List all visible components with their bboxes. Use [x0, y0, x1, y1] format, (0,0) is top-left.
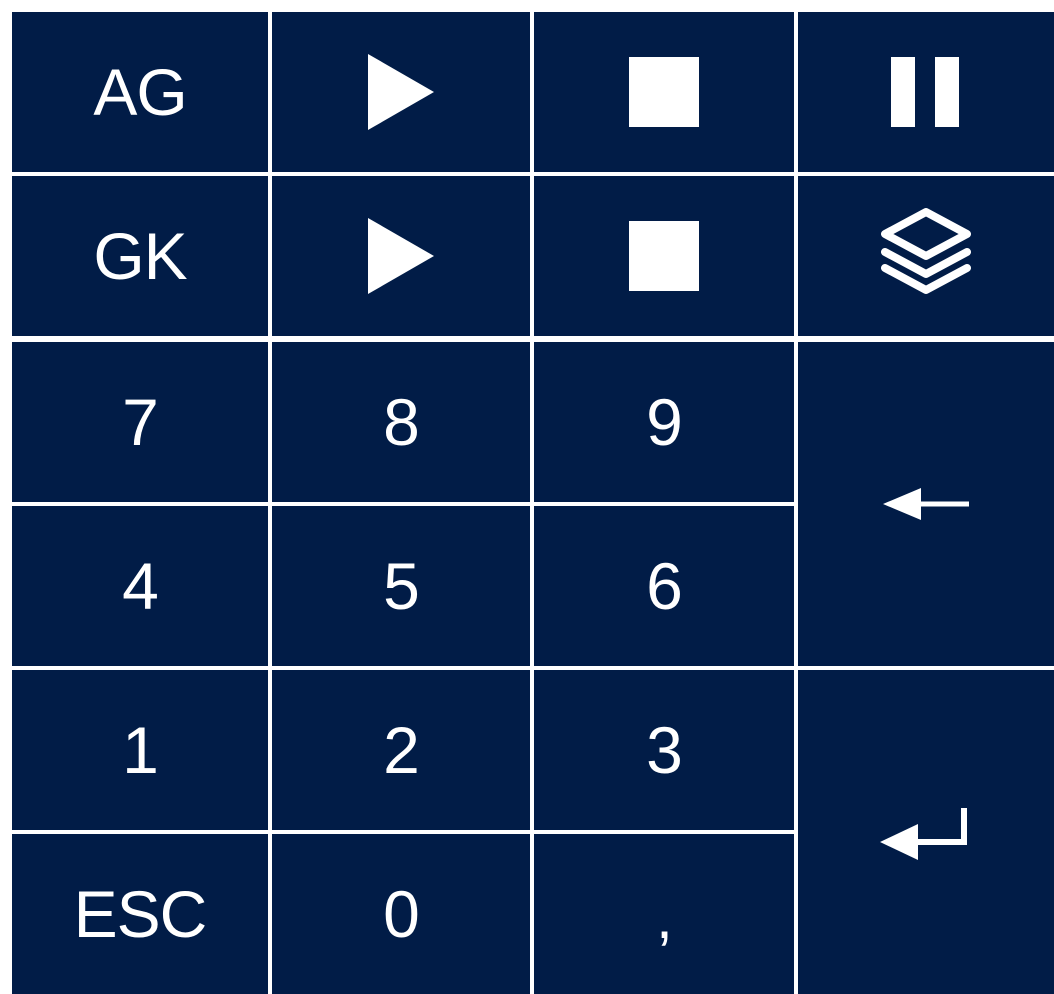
- digit-1-label: 1: [122, 713, 159, 787]
- enter-return-icon: [878, 804, 974, 860]
- digit-7-label: 7: [122, 385, 159, 459]
- digit-8-key[interactable]: 8: [272, 342, 530, 502]
- digit-0-label: 0: [383, 877, 420, 951]
- comma-key[interactable]: ,: [534, 834, 794, 994]
- gk-key-label: GK: [93, 219, 187, 293]
- digit-6-label: 6: [646, 549, 683, 623]
- play-icon: [366, 216, 436, 296]
- ag-key[interactable]: AG: [12, 12, 268, 172]
- digit-7-key[interactable]: 7: [12, 342, 268, 502]
- ag-pause-button[interactable]: [798, 12, 1054, 172]
- esc-key[interactable]: ESC: [12, 834, 268, 994]
- ag-key-label: AG: [93, 55, 187, 129]
- digit-1-key[interactable]: 1: [12, 670, 268, 830]
- digit-5-label: 5: [383, 549, 420, 623]
- stop-icon: [629, 57, 699, 127]
- esc-key-label: ESC: [73, 877, 208, 951]
- digit-9-key[interactable]: 9: [534, 342, 794, 502]
- arrow-left-icon: [881, 484, 971, 524]
- enter-button[interactable]: [798, 670, 1054, 994]
- backspace-button[interactable]: [798, 342, 1054, 666]
- digit-2-key[interactable]: 2: [272, 670, 530, 830]
- comma-key-label: ,: [656, 884, 673, 951]
- digit-5-key[interactable]: 5: [272, 506, 530, 666]
- stop-icon: [629, 221, 699, 291]
- digit-4-key[interactable]: 4: [12, 506, 268, 666]
- gk-key[interactable]: GK: [12, 176, 268, 336]
- ag-stop-button[interactable]: [534, 12, 794, 172]
- digit-9-label: 9: [646, 385, 683, 459]
- pause-icon: [891, 57, 961, 127]
- digit-0-key[interactable]: 0: [272, 834, 530, 994]
- layers-icon: [871, 206, 981, 306]
- gk-stop-button[interactable]: [534, 176, 794, 336]
- gk-layers-button[interactable]: [798, 176, 1054, 336]
- numeric-keypad: AG GK 7 8 9 4 5 6 1 2 3 ESC 0 ,: [0, 0, 1054, 994]
- ag-play-button[interactable]: [272, 12, 530, 172]
- digit-8-label: 8: [383, 385, 420, 459]
- digit-3-key[interactable]: 3: [534, 670, 794, 830]
- digit-4-label: 4: [122, 549, 159, 623]
- digit-3-label: 3: [646, 713, 683, 787]
- digit-6-key[interactable]: 6: [534, 506, 794, 666]
- gk-play-button[interactable]: [272, 176, 530, 336]
- play-icon: [366, 52, 436, 132]
- digit-2-label: 2: [383, 713, 420, 787]
